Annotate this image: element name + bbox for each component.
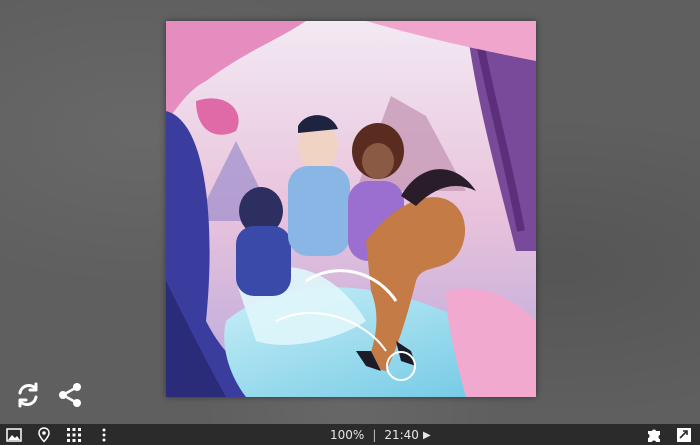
zoom-level: 100% bbox=[330, 428, 365, 442]
timer: 21:40 bbox=[384, 428, 419, 442]
puzzle-piece-icon bbox=[648, 429, 660, 442]
separator: | bbox=[372, 428, 377, 442]
share-button[interactable] bbox=[55, 380, 85, 410]
puzzle-picture[interactable] bbox=[166, 21, 536, 397]
image-icon bbox=[6, 427, 22, 442]
more-options-button[interactable] bbox=[95, 426, 113, 443]
status-info: 100% | 21:40 ▶ bbox=[330, 427, 431, 443]
grid-button[interactable] bbox=[65, 426, 83, 443]
location-pin-button[interactable] bbox=[35, 426, 53, 443]
more-vertical-icon bbox=[102, 428, 106, 441]
share-icon bbox=[59, 383, 81, 407]
image-button[interactable] bbox=[5, 426, 23, 443]
refresh-icon bbox=[18, 382, 38, 408]
puzzle-stage bbox=[0, 0, 700, 424]
fullscreen-icon bbox=[677, 427, 691, 442]
puzzle-piece-button[interactable] bbox=[645, 426, 663, 443]
illustration-icon bbox=[166, 21, 536, 397]
fullscreen-button[interactable] bbox=[675, 426, 693, 443]
location-pin-icon bbox=[38, 426, 50, 443]
play-icon[interactable]: ▶ bbox=[423, 430, 431, 441]
bottom-toolbar: 100% | 21:40 ▶ bbox=[0, 424, 700, 445]
refresh-button[interactable] bbox=[13, 380, 43, 410]
grid-icon bbox=[67, 427, 81, 442]
